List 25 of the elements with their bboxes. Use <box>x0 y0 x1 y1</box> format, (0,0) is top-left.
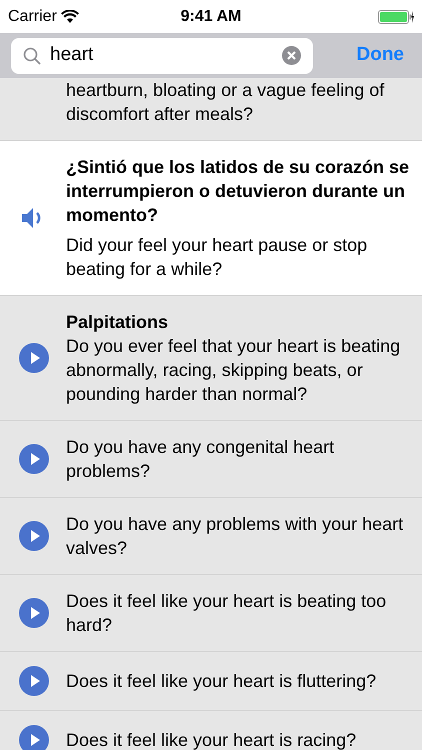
question-text: Do you have any congenital heart problems? <box>66 436 336 483</box>
clock-time: 9:41 AM <box>180 6 242 26</box>
question-text: Did your feel your heart pause or stop beating for a while? <box>66 234 368 281</box>
question-text: Do you have any problems with your heart valves? <box>66 513 404 560</box>
play-icon[interactable] <box>19 725 49 750</box>
play-icon[interactable] <box>19 666 49 696</box>
search-query: heart <box>50 43 94 68</box>
question-title: Palpitations <box>66 311 170 334</box>
question-text: Does it feel like your heart is racing? <box>66 729 356 750</box>
search-field[interactable]: heart <box>11 38 313 74</box>
wifi-icon <box>60 10 79 23</box>
search-icon <box>23 46 41 64</box>
spanish-question: ¿Sintió que los latidos de su corazón se interrumpieron o detuvieron durante un momento? <box>66 156 410 227</box>
carrier-label: Carrier <box>8 6 57 26</box>
question-row[interactable]: ¿Sintió que los latidos de su corazón se interrumpieron o detuvieron durante un momento? Did your feel your heart pause or stop beating for a while? <box>0 141 422 296</box>
play-icon[interactable] <box>19 521 49 551</box>
question-text: heartburn, bloating or a vague feeling of discomfort after meals? <box>66 79 386 126</box>
clear-icon[interactable] <box>282 46 301 65</box>
question-text: Does it feel like your heart is fluttering? <box>66 670 376 693</box>
play-icon[interactable] <box>19 444 49 474</box>
play-icon[interactable] <box>19 598 49 628</box>
question-text: Does it feel like your heart is beating too hard? <box>66 590 388 637</box>
play-icon[interactable] <box>19 343 49 373</box>
battery-icon <box>378 10 414 24</box>
question-text: Do you ever feel that your heart is beating abnormally, racing, skipping beats, or pounding harder than normal? <box>66 335 402 406</box>
